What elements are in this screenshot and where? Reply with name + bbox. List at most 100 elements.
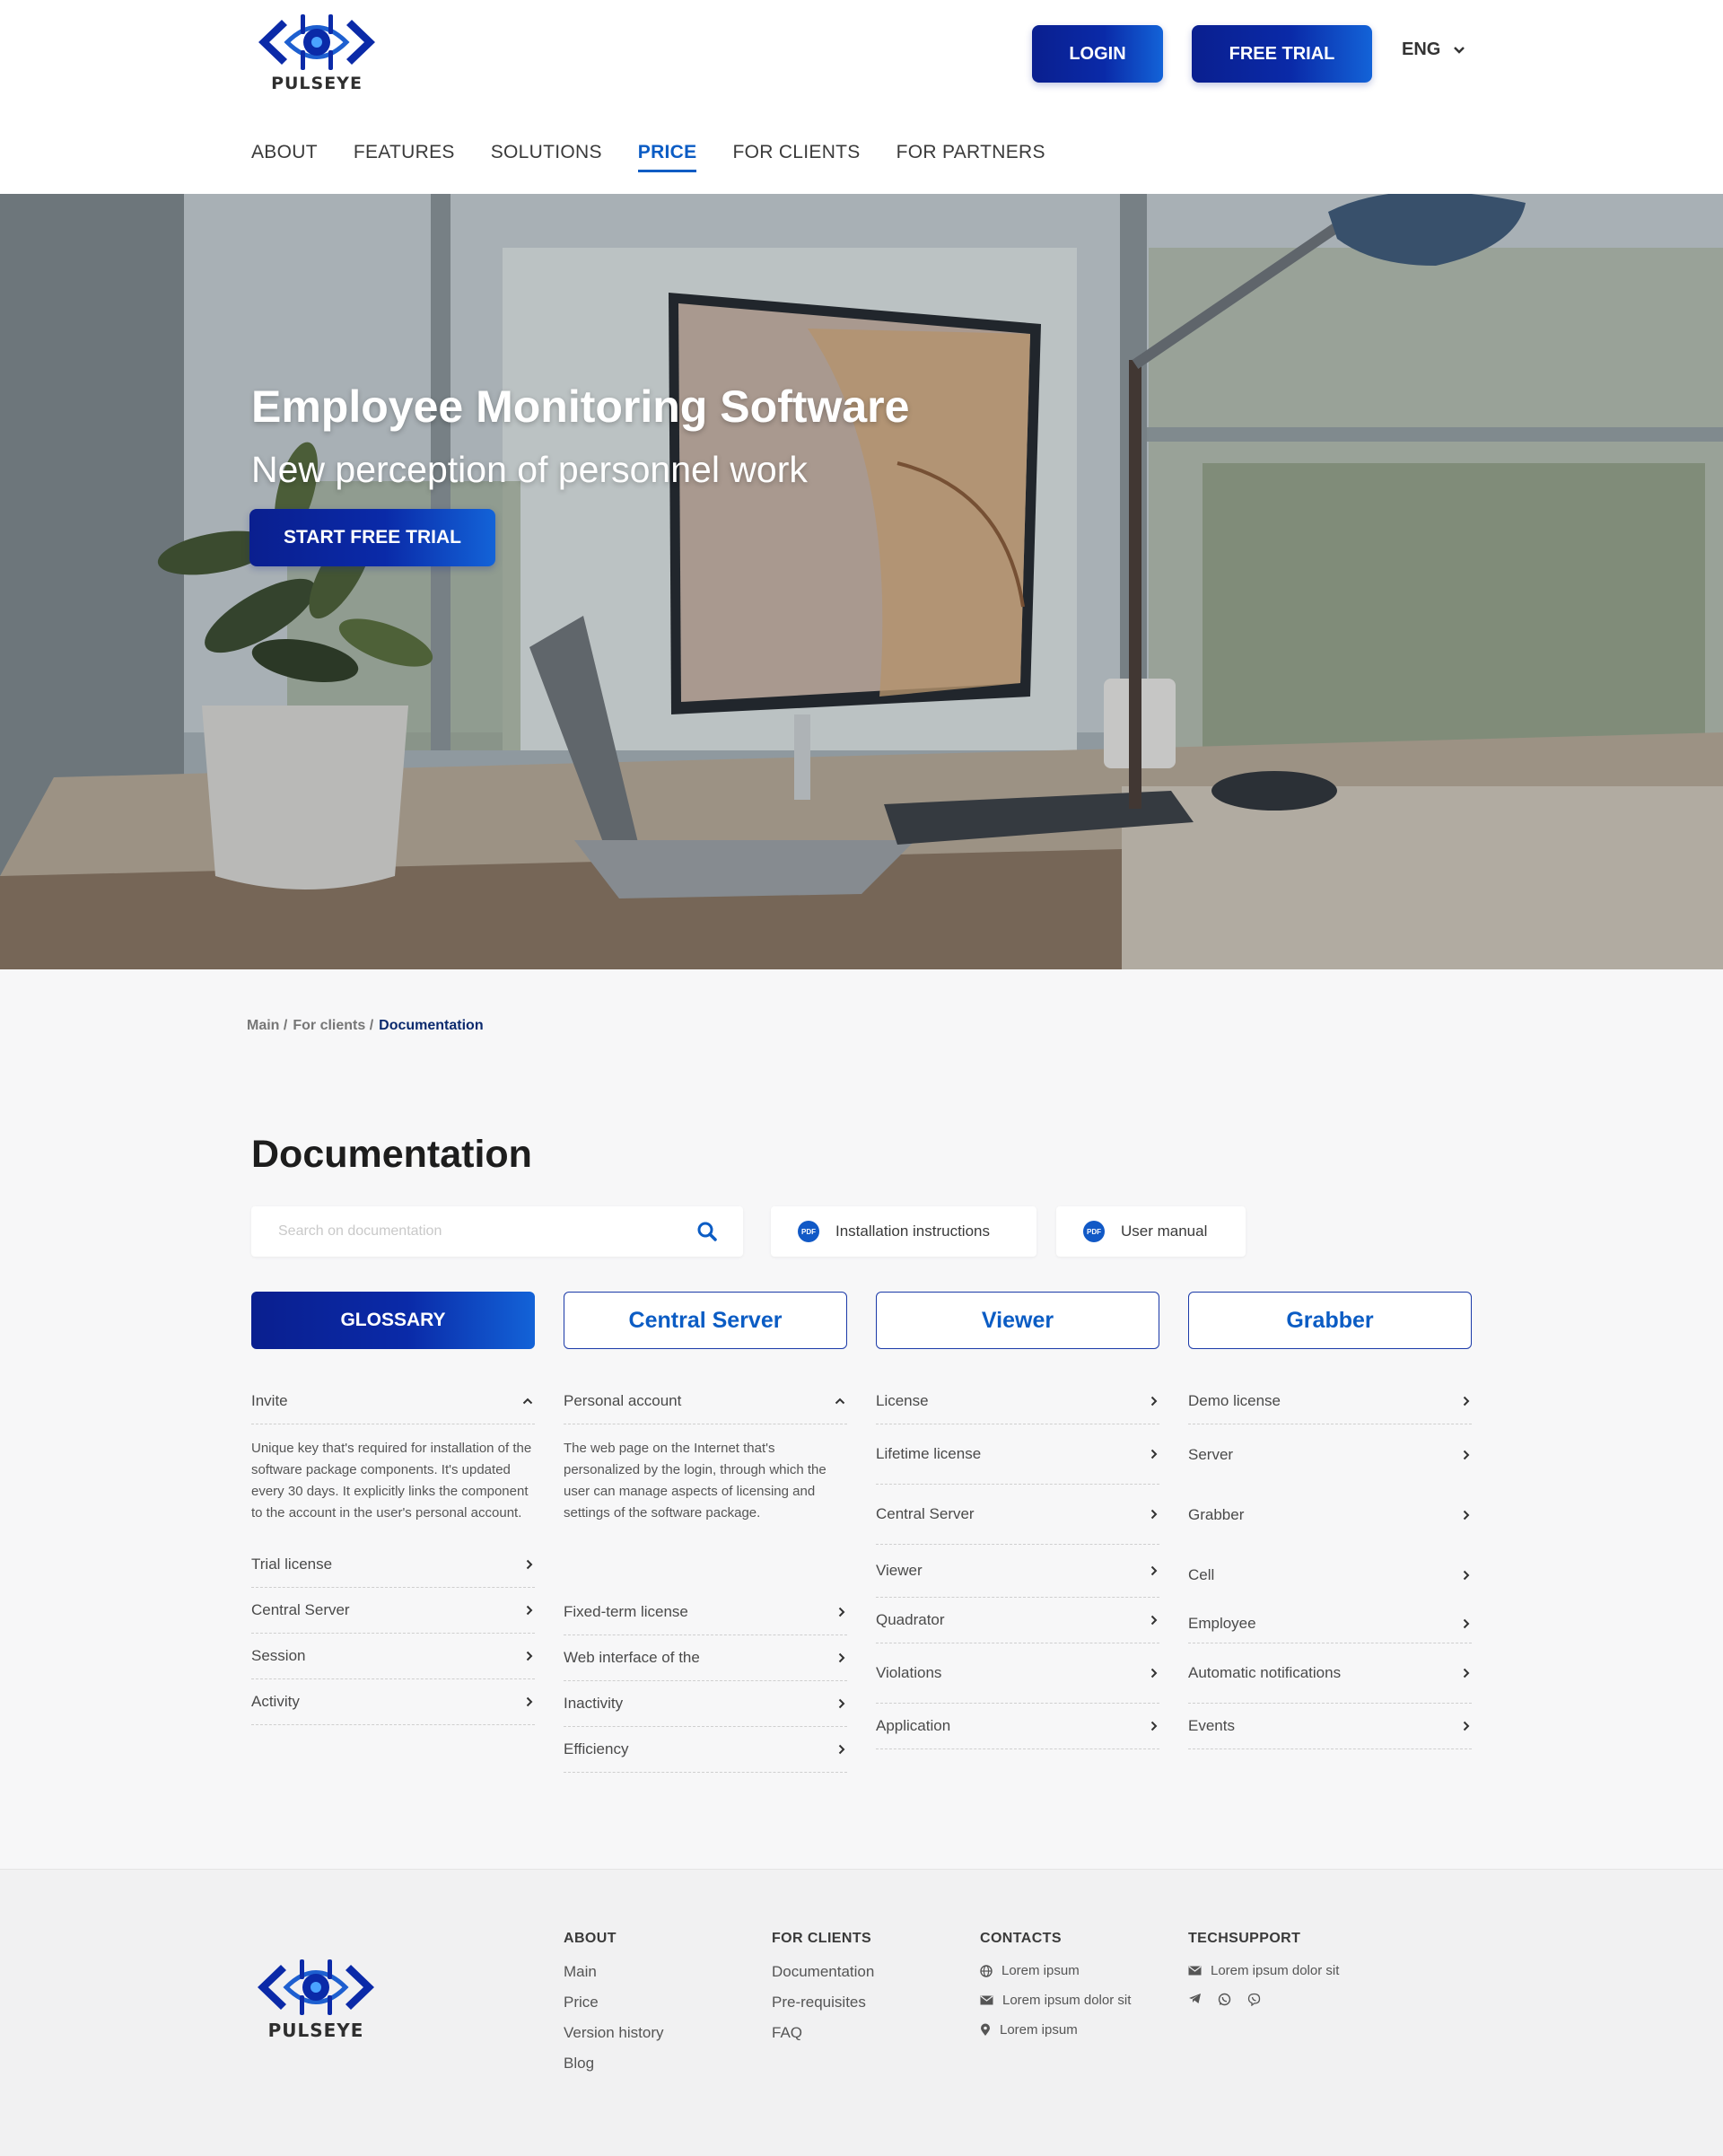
start-free-trial-button[interactable]: START FREE TRIAL	[249, 509, 495, 566]
glossary-item-label: Viewer	[876, 1562, 923, 1579]
hero-subtitle: New perception of personnel work	[251, 449, 808, 490]
contact-website[interactable]: Lorem ipsum	[980, 1963, 1131, 1978]
nav-features[interactable]: FEATURES	[354, 142, 455, 172]
glossary-item[interactable]: Central Server	[251, 1588, 535, 1634]
glossary-item[interactable]: Lifetime license	[876, 1424, 1159, 1485]
chevron-up-icon	[835, 1398, 845, 1405]
language-label: ENG	[1402, 39, 1441, 59]
techsupport-email[interactable]: Lorem ipsum dolor sit	[1188, 1963, 1339, 1978]
search-input[interactable]	[278, 1223, 696, 1240]
glossary-item[interactable]: Application	[876, 1704, 1159, 1749]
glossary-item-label: Automatic notifications	[1188, 1664, 1342, 1681]
glossary-item[interactable]: Personal account	[564, 1379, 847, 1424]
location-pin-icon	[981, 2023, 990, 2036]
glossary-item[interactable]: Activity	[251, 1679, 535, 1725]
footer-link-blog[interactable]: Blog	[564, 2055, 664, 2073]
glossary-item[interactable]: Web interface of the	[564, 1635, 847, 1681]
footer-logo[interactable]: PULSEYE	[249, 1958, 383, 2041]
glossary-item[interactable]: Central Server	[876, 1485, 1159, 1545]
glossary-item[interactable]: Grabber	[1188, 1485, 1472, 1545]
footer-link-version-history[interactable]: Version history	[564, 2024, 664, 2042]
glossary-item[interactable]: License	[876, 1379, 1159, 1424]
glossary-item-label: Cell	[1188, 1565, 1215, 1583]
glossary-item-label: Quadrator	[876, 1611, 945, 1628]
glossary-item-label: License	[876, 1392, 929, 1409]
pulseye-logo[interactable]: PULSEYE	[249, 13, 384, 93]
contact-email-text: Lorem ipsum dolor sit	[1002, 1993, 1132, 2008]
glossary-item-label: Inactivity	[564, 1695, 624, 1712]
glossary-item[interactable]: Cell	[1188, 1545, 1472, 1605]
glossary-item[interactable]: Quadrator	[876, 1598, 1159, 1643]
nav-for-partners[interactable]: FOR PARTNERS	[896, 142, 1045, 172]
tab-central-server[interactable]: Central Server	[564, 1292, 847, 1349]
glossary-item-label: Efficiency	[564, 1740, 629, 1757]
nav-for-clients[interactable]: FOR CLIENTS	[732, 142, 860, 172]
glossary-item[interactable]: Employee	[1188, 1605, 1472, 1643]
footer-link-faq[interactable]: FAQ	[772, 2024, 874, 2042]
glossary-item[interactable]: Trial license	[251, 1542, 535, 1588]
footer-about: ABOUT Main Price Version history Blog	[564, 1931, 664, 2085]
hero-background-image	[0, 194, 1723, 969]
mail-icon	[980, 1995, 993, 2005]
footer-link-main[interactable]: Main	[564, 1963, 664, 1981]
tab-grabber[interactable]: Grabber	[1188, 1292, 1472, 1349]
login-button[interactable]: LOGIN	[1032, 25, 1163, 83]
user-manual-button[interactable]: PDF User manual	[1056, 1206, 1246, 1257]
search-icon[interactable]	[696, 1221, 718, 1242]
glossary-item-label: Central Server	[251, 1601, 350, 1618]
glossary-item-label: Personal account	[564, 1392, 682, 1409]
installation-instructions-button[interactable]: PDF Installation instructions	[771, 1206, 1036, 1257]
nav-price[interactable]: PRICE	[637, 142, 697, 172]
glossary-item[interactable]: Automatic notifications	[1188, 1643, 1472, 1704]
glossary-item[interactable]: Efficiency	[564, 1727, 847, 1773]
telegram-icon[interactable]	[1188, 1993, 1202, 2006]
breadcrumb-main[interactable]: Main /	[247, 1018, 287, 1034]
footer-link-prerequisites[interactable]: Pre-requisites	[772, 1994, 874, 2011]
footer-link-price[interactable]: Price	[564, 1994, 664, 2011]
glossary-item[interactable]: Invite	[251, 1379, 535, 1424]
contact-website-text: Lorem ipsum	[1001, 1963, 1080, 1978]
eye-logo-icon	[258, 14, 375, 70]
glossary-item-label: Violations	[876, 1664, 942, 1681]
glossary-item-label: Demo license	[1188, 1392, 1281, 1409]
chevron-right-icon	[1463, 1721, 1470, 1731]
glossary-item-label: Lifetime license	[876, 1445, 982, 1462]
tab-viewer[interactable]: Viewer	[876, 1292, 1159, 1349]
footer-link-documentation[interactable]: Documentation	[772, 1963, 874, 1981]
nav-about[interactable]: ABOUT	[251, 142, 318, 172]
footer-techsupport-heading: TECHSUPPORT	[1188, 1931, 1301, 1946]
installation-instructions-label: Installation instructions	[835, 1223, 990, 1240]
chevron-right-icon	[526, 1696, 533, 1707]
viber-icon[interactable]	[1247, 1993, 1261, 2006]
whatsapp-icon[interactable]	[1218, 1993, 1231, 2006]
glossary-item-description: Unique key that's required for installat…	[251, 1441, 532, 1521]
techsupport-email-text: Lorem ipsum dolor sit	[1211, 1963, 1340, 1978]
contact-email[interactable]: Lorem ipsum dolor sit	[980, 1993, 1131, 2008]
pdf-icon: PDF	[1083, 1221, 1105, 1242]
glossary-item[interactable]: Fixed-term license	[564, 1590, 847, 1635]
glossary-item[interactable]: Inactivity	[564, 1681, 847, 1727]
glossary-item-label: Invite	[251, 1392, 288, 1409]
footer-techsupport: TECHSUPPORT Lorem ipsum dolor sit	[1188, 1931, 1339, 2006]
glossary-item-label: Trial license	[251, 1556, 333, 1573]
footer-clients-heading: FOR CLIENTS	[772, 1931, 872, 1946]
glossary-item[interactable]: Session	[251, 1634, 535, 1679]
footer-contacts-heading: CONTACTS	[980, 1931, 1062, 1946]
glossary-item-label: Grabber	[1188, 1505, 1245, 1523]
glossary-item[interactable]: Viewer	[876, 1545, 1159, 1598]
language-selector[interactable]: ENG	[1402, 39, 1465, 60]
nav-solutions[interactable]: SOLUTIONS	[491, 142, 602, 172]
chevron-right-icon	[1463, 1450, 1470, 1459]
glossary-item[interactable]: Violations	[876, 1643, 1159, 1704]
site-header: PULSEYE LOGIN FREE TRIAL ENG ABOUT FEATU…	[0, 0, 1723, 194]
free-trial-button[interactable]: FREE TRIAL	[1192, 25, 1372, 83]
glossary-item[interactable]: Server	[1188, 1424, 1472, 1485]
breadcrumb-for-clients[interactable]: For clients /	[293, 1018, 373, 1034]
chevron-right-icon	[838, 1698, 845, 1709]
glossary-item[interactable]: Events	[1188, 1704, 1472, 1749]
main-nav: ABOUT FEATURES SOLUTIONS PRICE FOR CLIEN…	[251, 142, 1045, 172]
footer-contacts: CONTACTS Lorem ipsum Lorem ipsum dolor s…	[980, 1931, 1131, 2052]
glossary-item[interactable]: Demo license	[1188, 1379, 1472, 1424]
globe-icon	[980, 1964, 993, 1977]
tab-glossary[interactable]: GLOSSARY	[251, 1292, 535, 1349]
